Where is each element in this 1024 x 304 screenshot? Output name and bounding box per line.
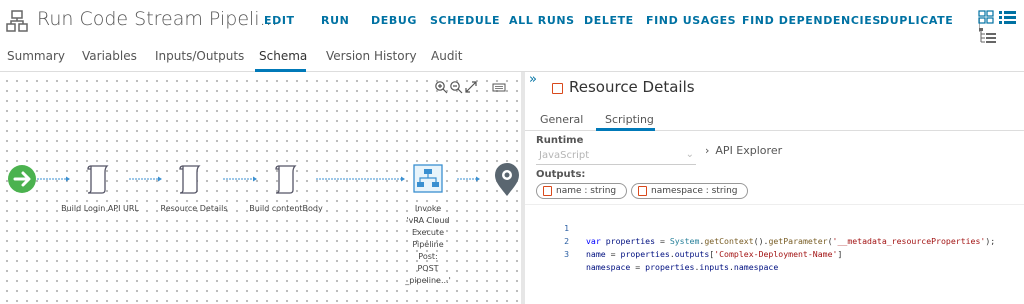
tab-general[interactable]: General [540, 113, 583, 126]
schedule-button[interactable]: SCHEDULE [430, 14, 500, 27]
code-line: 3 namespace = properties.inputs.namespac… [525, 235, 1024, 272]
collapse-panel-icon[interactable]: » [529, 72, 537, 87]
node-label: Resource Details [160, 204, 228, 213]
code-line: 2 name = properties.outputs['Complex-Dep… [525, 222, 1024, 259]
grid-view-icon[interactable] [978, 10, 994, 24]
start-arrow-icon[interactable] [8, 165, 36, 193]
workflow-icon[interactable] [413, 164, 443, 193]
node-label-invoke: Invoke 'vRA Cloud Execute Pipeline Post:… [395, 203, 461, 287]
output-name: namespace : string [651, 186, 738, 196]
page-title: Run Code Stream Pipeli... [37, 8, 278, 30]
output-pill[interactable]: name : string [536, 183, 627, 199]
list-view-icon[interactable] [999, 11, 1016, 24]
schema-canvas[interactable]: Build Login API URL Resource Details Bui… [0, 72, 521, 304]
tab-scripting[interactable]: Scripting [605, 113, 654, 126]
tab-bar: Summary Variables Inputs/Outputs Schema … [0, 44, 1024, 72]
properties-panel: » Resource Details General Scripting Run… [525, 72, 1024, 304]
tab-audit[interactable]: Audit [431, 49, 462, 63]
find-dependencies-button[interactable]: FIND DEPENDENCIES [742, 14, 881, 27]
delete-button[interactable]: DELETE [584, 14, 634, 27]
runtime-value: JavaScript [539, 150, 590, 161]
edit-button[interactable]: EDIT [264, 14, 295, 27]
label-line: _pipeline...' [405, 276, 451, 285]
code-text: name = properties.outputs['Complex-Deplo… [586, 249, 843, 259]
api-explorer-link[interactable]: › API Explorer [705, 144, 782, 157]
debug-button[interactable]: DEBUG [371, 14, 417, 27]
tab-inputs-outputs[interactable]: Inputs/Outputs [155, 49, 244, 63]
code-line: 1 var properties = System.getContext().g… [525, 209, 1024, 246]
tree-view-icon[interactable] [979, 28, 996, 43]
output-pill[interactable]: namespace : string [631, 183, 748, 199]
chevron-right-icon: › [705, 144, 710, 157]
find-usages-button[interactable]: FIND USAGES [646, 14, 736, 27]
label-line: POST [417, 264, 439, 273]
script-icon [543, 186, 552, 196]
end-pin-icon[interactable] [495, 163, 519, 196]
api-explorer-label: API Explorer [715, 144, 783, 157]
tab-variables[interactable]: Variables [82, 49, 137, 63]
tab-summary[interactable]: Summary [7, 49, 65, 63]
runtime-label: Runtime [536, 135, 584, 146]
duplicate-button[interactable]: DUPLICATE [880, 14, 953, 27]
all-runs-button[interactable]: ALL RUNS [509, 14, 575, 27]
pipeline-icon [6, 10, 28, 32]
script-task-icon [552, 83, 563, 94]
panel-title: Resource Details [569, 78, 695, 96]
label-line: 'vRA Cloud [406, 216, 450, 225]
tab-schema[interactable]: Schema [259, 49, 307, 63]
run-button[interactable]: RUN [321, 14, 349, 27]
script-icon[interactable] [179, 165, 201, 194]
label-line: Execute [412, 228, 444, 237]
node-label: Build contentBody [249, 204, 323, 213]
label-line: Pipeline [412, 240, 444, 249]
node-label: Build Login API URL [61, 204, 139, 213]
label-line: Post: [418, 252, 438, 261]
script-icon[interactable] [87, 165, 109, 194]
view-toggle [978, 10, 1016, 43]
runtime-select[interactable]: JavaScript ⌄ [536, 147, 696, 165]
output-name: name : string [556, 186, 617, 196]
chevron-down-icon: ⌄ [685, 149, 694, 160]
label-line: Invoke [414, 204, 442, 213]
script-icon [638, 186, 647, 196]
code-editor[interactable]: 1 var properties = System.getContext().g… [525, 204, 1024, 304]
outputs-label: Outputs: [536, 169, 586, 180]
script-icon[interactable] [275, 165, 297, 194]
line-number: 3 [564, 249, 569, 259]
header: Run Code Stream Pipeli... EDIT RUN DEBUG… [0, 0, 1024, 44]
code-text: namespace = properties.inputs.namespace [586, 262, 779, 272]
active-tab-indicator [596, 128, 655, 131]
tab-version-history[interactable]: Version History [326, 49, 417, 63]
